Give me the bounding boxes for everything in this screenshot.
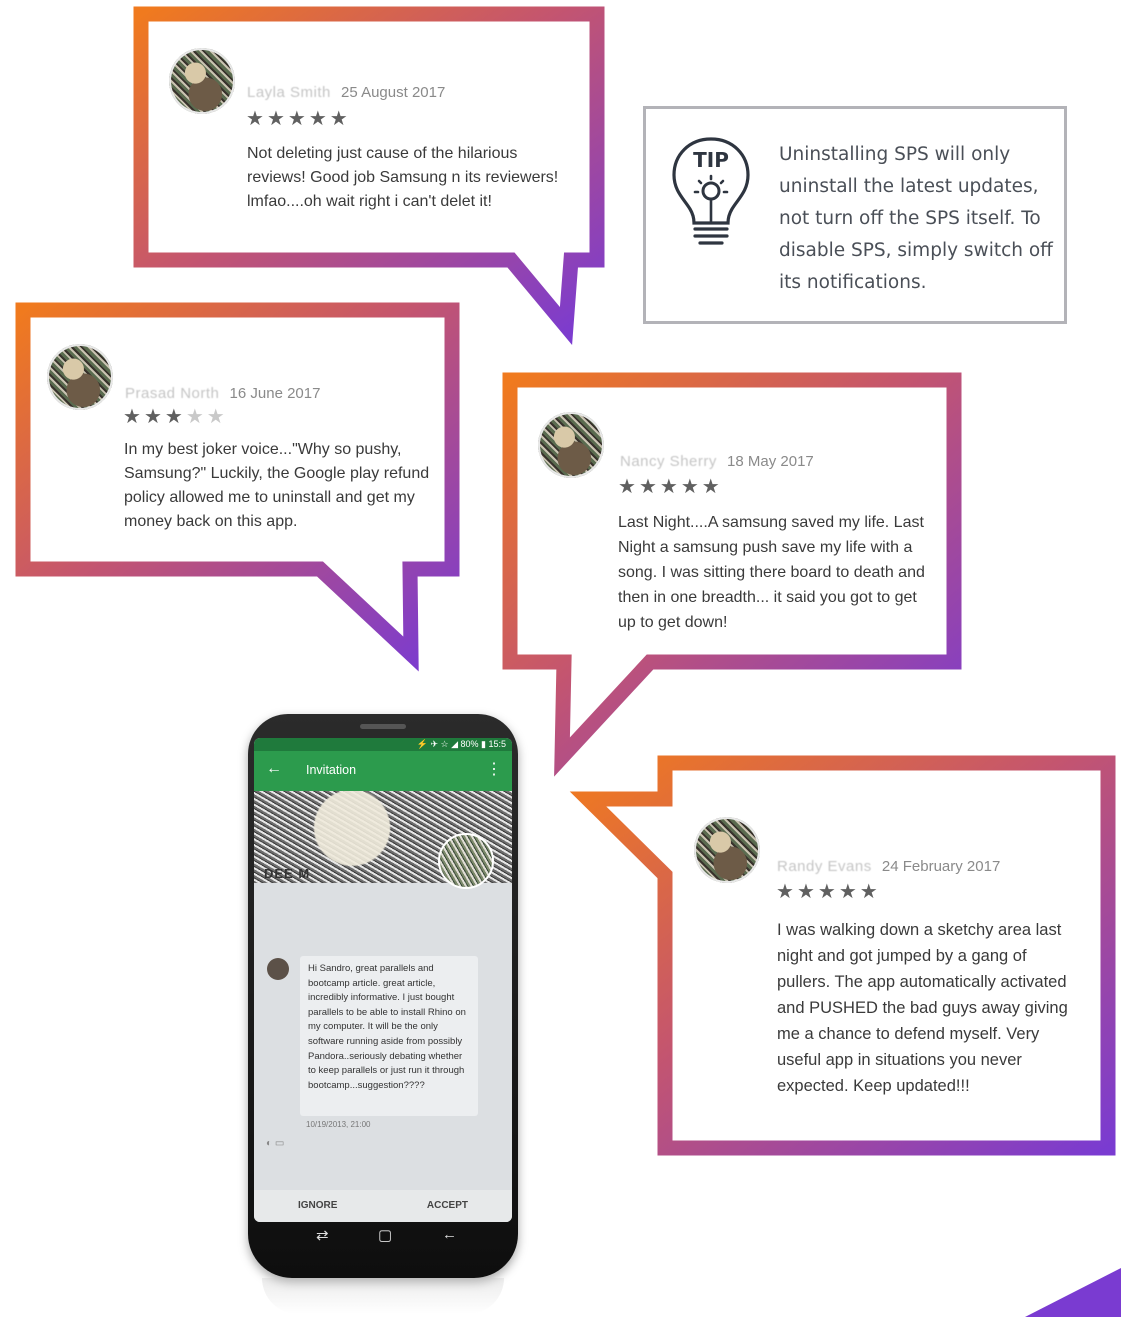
star-icon: ★ — [796, 881, 818, 903]
review-meta: Nancy Sherry 18 May 2017 — [620, 453, 814, 470]
reviewer-name: Prasad North — [125, 385, 220, 402]
android-nav-bar: ⇄ ▢ ← — [254, 1222, 512, 1250]
review-date: 24 February 2017 — [881, 858, 1001, 875]
reviewer-name: Nancy Sherry — [620, 453, 717, 470]
phone-speaker — [360, 724, 406, 729]
star-icon: ★ — [164, 406, 186, 428]
star-icon: ★ — [859, 881, 881, 903]
reviewer-name: Randy Evans — [777, 858, 872, 875]
phone-reflection — [262, 1278, 504, 1314]
reviewer-avatar — [538, 412, 604, 478]
sender-avatar — [267, 958, 289, 980]
star-rating: ★★★★★ — [618, 474, 723, 499]
review-text: In my best joker voice..."Why so pushy, … — [124, 441, 430, 530]
review-date: 25 August 2017 — [341, 84, 446, 101]
reviewer-avatar — [694, 817, 760, 883]
back-arrow-icon[interactable]: ← — [266, 760, 282, 778]
star-icon: ★ — [308, 108, 330, 130]
contact-name: DEE M — [264, 866, 311, 881]
message-bubble: Hi Sandro, great parallels and bootcamp … — [300, 956, 478, 1116]
star-rating: ★★★★★ — [246, 106, 351, 131]
star-icon: ★ — [680, 476, 702, 498]
reviewer-name: Layla Smith — [247, 84, 331, 101]
more-vert-icon[interactable]: ⋮ — [486, 759, 502, 779]
corner-accent-shape — [1025, 1268, 1121, 1317]
review-date: 18 May 2017 — [727, 453, 814, 470]
star-icon: ★ — [143, 406, 165, 428]
star-icon: ★ — [123, 406, 144, 428]
star-icon: ★ — [246, 108, 267, 130]
invitation-actions: IGNORE ACCEPT — [254, 1190, 512, 1222]
star-icon: ★ — [266, 108, 288, 130]
app-bar: ← Invitation ⋮ — [254, 751, 512, 791]
star-icon: ★ — [838, 881, 860, 903]
review-meta: Randy Evans 24 February 2017 — [777, 858, 1000, 875]
review-text: Not deleting just cause of the hilarious… — [247, 145, 559, 210]
star-rating: ★★★★★ — [776, 879, 881, 904]
star-rating: ★★★★★ — [123, 404, 228, 429]
app-bar-title: Invitation — [306, 763, 357, 777]
home-icon[interactable]: ▢ — [378, 1226, 392, 1244]
tip-icon-label: TIP — [693, 148, 729, 172]
ignore-button[interactable]: IGNORE — [298, 1200, 337, 1211]
star-icon: ★ — [618, 476, 639, 498]
star-icon: ★ — [287, 108, 309, 130]
star-icon: ★ — [185, 406, 207, 428]
message-timestamp: 10/19/2013, 21:00 — [306, 1120, 371, 1129]
star-icon: ★ — [206, 406, 228, 428]
message-status-icons: ◐ ▭ — [266, 1138, 285, 1149]
phone-mockup: ⚡ ✈ ☆ ◢ 80% ▮ 15:5 ← Invitation ⋮ DEE M … — [248, 714, 518, 1278]
star-icon: ★ — [817, 881, 839, 903]
contact-avatar — [438, 833, 494, 889]
tip-lightbulb-icon: TIP — [672, 137, 750, 245]
reviewer-avatar — [169, 48, 235, 114]
review-text: Last Night....A samsung saved my life. L… — [618, 514, 925, 631]
star-icon: ★ — [659, 476, 681, 498]
tip-box: TIP Uninstalling SPS will only uninstall… — [643, 106, 1067, 324]
nav-back-icon[interactable]: ← — [442, 1226, 457, 1243]
star-icon: ★ — [701, 476, 723, 498]
phone-screen: ⚡ ✈ ☆ ◢ 80% ▮ 15:5 ← Invitation ⋮ DEE M … — [254, 738, 512, 1222]
review-meta: Prasad North 16 June 2017 — [125, 385, 320, 402]
tip-text: Uninstalling SPS will only uninstall the… — [779, 144, 1053, 293]
review-meta: Layla Smith 25 August 2017 — [247, 84, 445, 101]
review-date: 16 June 2017 — [229, 385, 321, 402]
reviewer-avatar — [47, 344, 113, 410]
recent-apps-icon[interactable]: ⇄ — [316, 1226, 329, 1244]
accept-button[interactable]: ACCEPT — [427, 1200, 468, 1211]
status-bar: ⚡ ✈ ☆ ◢ 80% ▮ 15:5 — [254, 738, 512, 751]
star-icon: ★ — [638, 476, 660, 498]
star-icon: ★ — [329, 108, 351, 130]
star-icon: ★ — [776, 881, 797, 903]
review-text: I was walking down a sketchy area last n… — [777, 921, 1068, 1095]
